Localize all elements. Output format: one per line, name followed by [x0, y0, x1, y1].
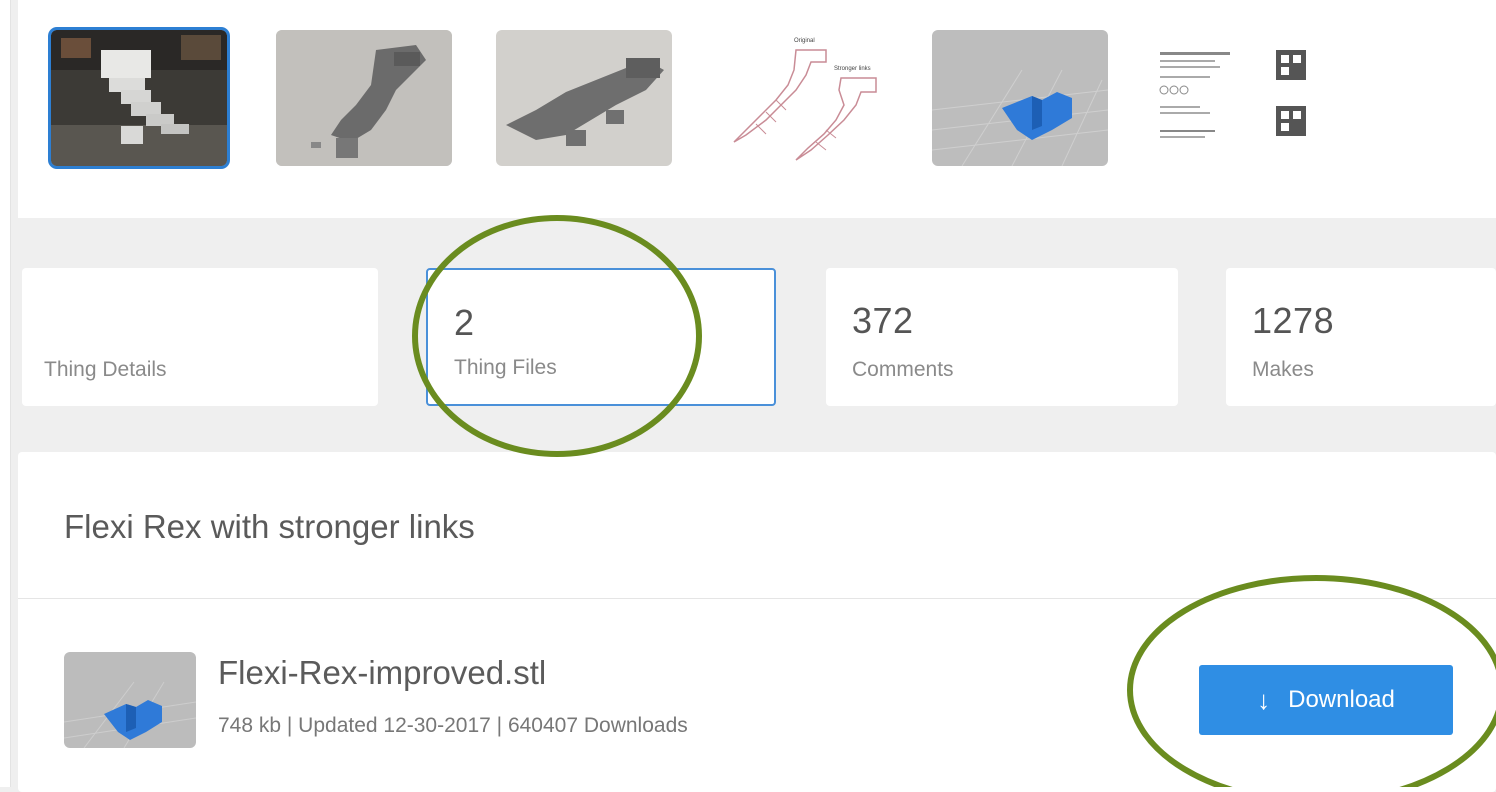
tab-makes[interactable]: 1278 Makes	[1226, 268, 1496, 406]
page-left-border	[0, 0, 11, 787]
image-gallery: Original Stronger links	[18, 0, 1496, 218]
gallery-thumbnail-photo-1[interactable]	[48, 27, 230, 169]
tab-label: Thing Details	[44, 358, 167, 381]
dino-photo-image	[51, 30, 227, 166]
gallery-thumbnail-photo-2[interactable]	[276, 30, 452, 166]
dino-diagram-image: Original Stronger links	[716, 30, 892, 166]
gallery-thumbnail-render[interactable]	[932, 30, 1108, 166]
tab-comments[interactable]: 372 Comments	[826, 268, 1178, 406]
instructions-image	[1150, 30, 1326, 166]
file-thumbnail[interactable]	[64, 652, 196, 748]
gallery-thumbnail-diagram[interactable]: Original Stronger links	[716, 30, 892, 166]
tab-count: 1278	[1252, 300, 1335, 341]
gallery-thumbnail-instructions[interactable]	[1150, 30, 1326, 166]
dino-render-image	[932, 30, 1108, 166]
svg-text:Stronger links: Stronger links	[834, 66, 871, 72]
gallery-thumbnail-photo-3[interactable]	[496, 30, 672, 166]
tab-count: 2	[454, 302, 475, 343]
file-preview-image	[64, 652, 196, 748]
divider	[18, 598, 1496, 599]
download-arrow-icon: ↓	[1257, 684, 1271, 715]
tab-label: Makes	[1252, 358, 1314, 381]
file-name[interactable]: Flexi-Rex-improved.stl	[218, 654, 546, 692]
tab-label: Thing Files	[454, 356, 557, 379]
tab-thing-files[interactable]: 2 Thing Files	[426, 268, 776, 406]
thing-files-panel: Flexi Rex with stronger links Flexi-Rex-…	[18, 452, 1496, 792]
download-button[interactable]: ↓ Download	[1199, 665, 1453, 735]
download-label: Download	[1288, 686, 1395, 713]
files-section-title: Flexi Rex with stronger links	[64, 508, 475, 545]
dino-photo-image	[496, 30, 672, 166]
tab-thing-details[interactable]: Thing Details	[22, 268, 378, 406]
tab-label: Comments	[852, 358, 954, 381]
dino-photo-image	[276, 30, 452, 166]
svg-text:Original: Original	[794, 38, 815, 44]
tab-count: 372	[852, 300, 914, 341]
file-meta: 748 kb | Updated 12-30-2017 | 640407 Dow…	[218, 714, 688, 737]
